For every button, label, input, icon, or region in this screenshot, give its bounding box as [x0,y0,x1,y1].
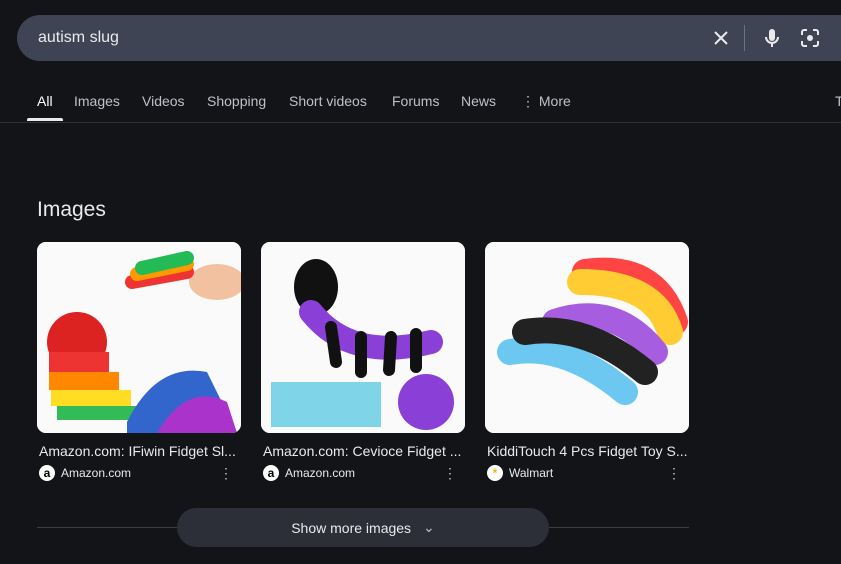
microphone-icon[interactable] [760,26,784,50]
chevron-down-icon: ⌄ [423,519,435,535]
button-label: Show more images [291,519,412,536]
result-title[interactable]: Amazon.com: Cevioce Fidget ... [261,443,465,459]
active-tab-indicator [27,118,63,121]
divider [0,122,841,123]
image-thumbnail[interactable] [37,242,241,433]
amazon-favicon-icon: a [39,465,55,481]
tab-news[interactable]: News [461,93,496,109]
search-bar[interactable]: autism slug [17,15,841,61]
tab-videos[interactable]: Videos [142,93,185,109]
image-thumbnail[interactable] [261,242,465,433]
source-name: Amazon.com [61,466,132,480]
image-result[interactable]: Amazon.com: Cevioce Fidget ... a Amazon.… [261,242,465,481]
camera-lens-icon[interactable] [798,26,822,50]
result-source[interactable]: a Amazon.com ⋮ [261,465,465,481]
more-vert-icon: ⋮ [521,93,539,109]
tab-forums[interactable]: Forums [392,93,439,109]
source-name: Amazon.com [285,466,356,480]
search-input[interactable]: autism slug [38,29,119,47]
search-tabs: All Images Videos Shopping Short videos … [0,90,841,122]
tab-more[interactable]: ⋮ More [521,93,571,110]
images-heading: Images [37,198,106,221]
result-title[interactable]: Amazon.com: IFiwin Fidget Sl... [37,443,241,459]
tab-short-videos[interactable]: Short videos [289,93,367,109]
image-result[interactable]: Amazon.com: IFiwin Fidget Sl... a Amazon… [37,242,241,481]
tab-images[interactable]: Images [74,93,120,109]
clear-icon[interactable] [709,26,733,50]
more-options-icon[interactable]: ⋮ [219,465,233,482]
result-source[interactable]: a Amazon.com ⋮ [37,465,241,481]
tab-tools[interactable]: T [835,93,841,109]
show-more-images-button[interactable]: Show more images ⌄ [177,508,549,547]
more-options-icon[interactable]: ⋮ [443,465,457,482]
image-result[interactable]: KiddiTouch 4 Pcs Fidget Toy S... * Walma… [485,242,689,481]
tab-all[interactable]: All [37,93,53,109]
amazon-favicon-icon: a [263,465,279,481]
more-options-icon[interactable]: ⋮ [667,465,681,482]
walmart-favicon-icon: * [487,465,503,481]
result-source[interactable]: * Walmart ⋮ [485,465,689,481]
divider [744,25,745,51]
image-thumbnail[interactable] [485,242,689,433]
result-title[interactable]: KiddiTouch 4 Pcs Fidget Toy S... [485,443,689,459]
source-name: Walmart [509,466,554,480]
tab-shopping[interactable]: Shopping [207,93,266,109]
